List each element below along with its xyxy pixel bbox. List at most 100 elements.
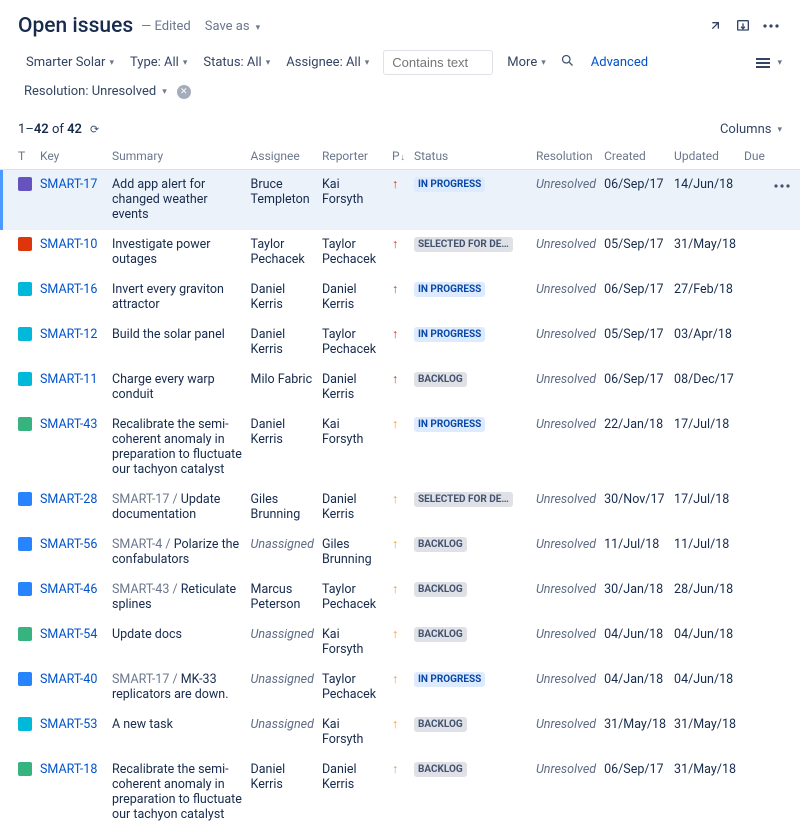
- row-actions[interactable]: [770, 275, 800, 320]
- issue-key-link[interactable]: SMART-17: [40, 177, 97, 192]
- issue-summary[interactable]: A new task: [108, 710, 247, 755]
- issue-summary[interactable]: Build the solar panel: [108, 320, 247, 365]
- issue-key-link[interactable]: SMART-43: [40, 417, 97, 432]
- table-row[interactable]: SMART-11Charge every warp conduitMilo Fa…: [0, 365, 800, 410]
- reporter-cell: Kai Forsyth: [318, 410, 388, 485]
- more-icon[interactable]: [760, 15, 782, 37]
- project-filter[interactable]: Smarter Solar▾: [18, 51, 122, 74]
- issue-type-icon: [18, 717, 32, 731]
- assignee-cell: Daniel Kerris: [247, 410, 318, 485]
- advanced-link[interactable]: Advanced: [591, 55, 648, 70]
- table-row[interactable]: SMART-16Invert every graviton attractorD…: [0, 275, 800, 320]
- issue-summary[interactable]: Recalibrate the semi-coherent anomaly in…: [108, 410, 247, 485]
- col-updated[interactable]: Updated: [670, 143, 740, 170]
- issue-summary[interactable]: SMART-43 / Reticulate splines: [108, 575, 247, 620]
- priority-icon: ↑: [392, 237, 398, 252]
- table-row[interactable]: SMART-18 Recalibrate the semi-coherent an…: [0, 755, 800, 830]
- issue-summary[interactable]: SMART-17 / MK-33 replicators are down.: [108, 665, 247, 710]
- row-actions[interactable]: [770, 485, 800, 530]
- remove-filter-icon[interactable]: ✕: [177, 85, 191, 99]
- issue-summary[interactable]: Add app alert for changed weather events: [108, 170, 247, 230]
- col-type[interactable]: T: [0, 143, 36, 170]
- issue-key-link[interactable]: SMART-54: [40, 627, 97, 642]
- more-icon: [774, 184, 790, 188]
- edited-label: — Edited: [141, 19, 191, 34]
- issue-summary[interactable]: SMART-4 / Polarize the confabulators: [108, 530, 247, 575]
- issue-key-link[interactable]: SMART-10: [40, 237, 97, 252]
- share-icon[interactable]: [704, 15, 726, 37]
- issue-summary[interactable]: SMART-17 / Update documentation: [108, 485, 247, 530]
- col-reporter[interactable]: Reporter: [318, 143, 388, 170]
- table-row[interactable]: SMART-28SMART-17 / Update documentationG…: [0, 485, 800, 530]
- table-row[interactable]: SMART-40 SMART-17 / MK-33 replicators are…: [0, 665, 800, 710]
- issue-key-link[interactable]: SMART-12: [40, 327, 97, 342]
- issue-key-link[interactable]: SMART-56: [40, 537, 97, 552]
- row-actions[interactable]: [770, 230, 800, 275]
- col-priority[interactable]: P↓: [388, 143, 410, 170]
- columns-button[interactable]: Columns▾: [720, 122, 782, 137]
- table-row[interactable]: SMART-46SMART-43 / Reticulate splinesMar…: [0, 575, 800, 620]
- col-resolution[interactable]: Resolution: [532, 143, 600, 170]
- col-key[interactable]: Key: [36, 143, 108, 170]
- created-cell: 11/Jul/18: [600, 530, 670, 575]
- reporter-cell: Taylor Pechacek: [318, 575, 388, 620]
- table-row[interactable]: SMART-53A new taskUnassignedKai Forsyth↑…: [0, 710, 800, 755]
- status-filter[interactable]: Status: All▾: [195, 51, 278, 74]
- col-status[interactable]: Status: [410, 143, 532, 170]
- table-row[interactable]: SMART-54Update docsUnassignedKai Forsyth…: [0, 620, 800, 665]
- row-actions[interactable]: [770, 170, 800, 230]
- issue-summary[interactable]: Update docs: [108, 620, 247, 665]
- resolution-filter[interactable]: Resolution: Unresolved▾: [18, 81, 173, 102]
- row-actions[interactable]: [770, 365, 800, 410]
- issue-summary[interactable]: Invert every graviton attractor: [108, 275, 247, 320]
- issue-type-icon: [18, 672, 32, 686]
- table-row[interactable]: SMART-17 Add app alert for changed weathe…: [0, 170, 800, 230]
- resolution-cell: Unresolved: [532, 230, 600, 275]
- issue-key-link[interactable]: SMART-53: [40, 717, 97, 732]
- refresh-icon[interactable]: ⟳: [90, 123, 99, 136]
- reporter-cell: Daniel Kerris: [318, 485, 388, 530]
- row-actions[interactable]: [770, 530, 800, 575]
- result-count: 1–42 of 42: [18, 122, 82, 137]
- col-summary[interactable]: Summary: [108, 143, 247, 170]
- save-as-button[interactable]: Save as▾: [205, 19, 260, 34]
- col-created[interactable]: Created: [600, 143, 670, 170]
- issue-key-link[interactable]: SMART-11: [40, 372, 97, 387]
- due-cell: [740, 230, 770, 275]
- updated-cell: 04/Jun/18: [670, 620, 740, 665]
- row-actions[interactable]: [770, 665, 800, 710]
- chevron-down-icon: ▾: [109, 58, 114, 68]
- issue-type-icon: [18, 372, 32, 386]
- due-cell: [740, 320, 770, 365]
- more-filter[interactable]: More▾: [499, 51, 553, 74]
- assignee-filter[interactable]: Assignee: All▾: [278, 51, 377, 74]
- search-icon[interactable]: [560, 53, 575, 72]
- type-filter[interactable]: Type: All▾: [122, 51, 195, 74]
- resolution-cell: Unresolved: [532, 485, 600, 530]
- priority-icon: ↑: [392, 627, 398, 642]
- table-row[interactable]: SMART-12Build the solar panelDaniel Kerr…: [0, 320, 800, 365]
- issue-key-link[interactable]: SMART-28: [40, 492, 97, 507]
- col-assignee[interactable]: Assignee: [247, 143, 318, 170]
- row-actions[interactable]: [770, 620, 800, 665]
- col-due[interactable]: Due: [740, 143, 770, 170]
- issue-key-link[interactable]: SMART-16: [40, 282, 97, 297]
- row-actions[interactable]: [770, 710, 800, 755]
- table-row[interactable]: SMART-43 Recalibrate the semi-coherent an…: [0, 410, 800, 485]
- row-actions[interactable]: [770, 755, 800, 830]
- issue-key-link[interactable]: SMART-40: [40, 672, 97, 687]
- row-actions[interactable]: [770, 575, 800, 620]
- view-switcher[interactable]: ▾: [755, 57, 782, 69]
- issue-summary[interactable]: Charge every warp conduit: [108, 365, 247, 410]
- table-row[interactable]: SMART-56 SMART-4 / Polarize the confabula…: [0, 530, 800, 575]
- issue-summary[interactable]: Investigate power outages: [108, 230, 247, 275]
- issue-summary[interactable]: Recalibrate the semi-coherent anomaly in…: [108, 755, 247, 830]
- issue-key-link[interactable]: SMART-46: [40, 582, 97, 597]
- row-actions[interactable]: [770, 320, 800, 365]
- row-actions[interactable]: [770, 410, 800, 485]
- search-input[interactable]: [383, 50, 493, 75]
- export-icon[interactable]: [732, 15, 754, 37]
- issue-key-link[interactable]: SMART-18: [40, 762, 97, 777]
- table-row[interactable]: SMART-10Investigate power outagesTaylor …: [0, 230, 800, 275]
- chevron-down-icon: ▾: [266, 58, 271, 68]
